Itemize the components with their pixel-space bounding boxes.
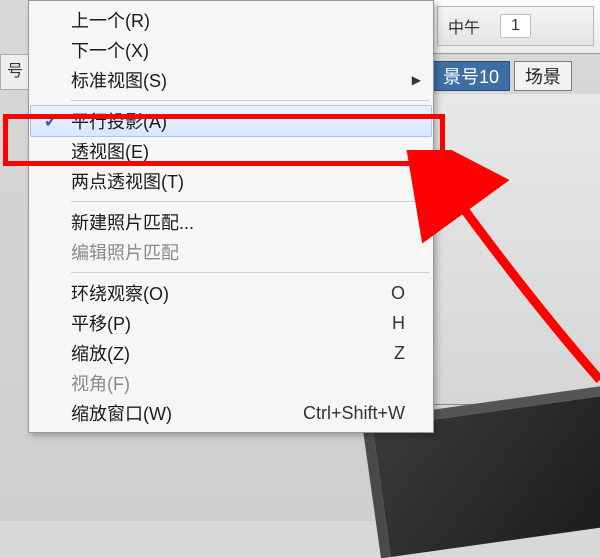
menu-item-next[interactable]: 下一个(X) (31, 35, 431, 65)
menu-label: 下一个(X) (71, 37, 423, 63)
scene-tabs-row: 景号10 场景 (430, 58, 600, 94)
menu-separator (71, 100, 429, 101)
left-fragment: 号 (0, 54, 30, 90)
menu-label: 环绕观察(O) (71, 280, 391, 306)
menu-label: 编辑照片匹配 (71, 239, 423, 265)
menu-item-parallel-projection[interactable]: ✓ 平行投影(A) (30, 105, 432, 137)
menu-item-orbit[interactable]: 环绕观察(O) O (31, 278, 431, 308)
menu-label: 透视图(E) (71, 138, 423, 164)
menu-label: 两点透视图(T) (71, 168, 423, 194)
time-value: 1 (500, 14, 531, 38)
menu-item-new-photo-match[interactable]: 新建照片匹配... (31, 207, 431, 237)
menu-label: 平移(P) (71, 310, 392, 336)
menu-item-perspective[interactable]: 透视图(E) (31, 136, 431, 166)
menu-item-fov: 视角(F) (31, 368, 431, 398)
top-toolbar-fragment: 中午 1 (430, 0, 600, 54)
menu-item-prev[interactable]: 上一个(R) (31, 5, 431, 35)
tab-scene-10[interactable]: 景号10 (432, 61, 510, 91)
menu-shortcut: H (392, 313, 423, 334)
submenu-arrow-icon: ▶ (412, 73, 421, 87)
menu-shortcut: Ctrl+Shift+W (303, 403, 423, 424)
model-viewport[interactable] (430, 94, 600, 521)
menu-item-two-point-perspective[interactable]: 两点透视图(T) (31, 166, 431, 196)
menu-separator (71, 272, 429, 273)
menu-item-zoom-window[interactable]: 缩放窗口(W) Ctrl+Shift+W (31, 398, 431, 428)
time-panel: 中午 1 (437, 6, 594, 46)
menu-label: 新建照片匹配... (71, 209, 423, 235)
menu-item-edit-photo-match: 编辑照片匹配 (31, 237, 431, 267)
menu-label: 平行投影(A) (71, 108, 423, 134)
menu-item-pan[interactable]: 平移(P) H (31, 308, 431, 338)
menu-label: 缩放(Z) (71, 340, 394, 366)
noon-label: 中午 (448, 14, 480, 38)
menu-label: 上一个(R) (71, 7, 423, 33)
app-background: 中午 1 景号10 场景 号 上一个(R) 下一个(X) 标准视图(S) ▶ ✓… (0, 0, 600, 521)
menu-shortcut: Z (394, 343, 423, 364)
menu-item-zoom[interactable]: 缩放(Z) Z (31, 338, 431, 368)
menu-separator (71, 201, 429, 202)
check-icon: ✓ (43, 111, 58, 132)
menu-shortcut: O (391, 283, 423, 304)
context-menu: 上一个(R) 下一个(X) 标准视图(S) ▶ ✓ 平行投影(A) 透视图(E)… (28, 0, 434, 433)
menu-label: 标准视图(S) (71, 67, 423, 93)
menu-label: 视角(F) (71, 370, 423, 396)
menu-label: 缩放窗口(W) (71, 400, 303, 426)
tab-scene-next[interactable]: 场景 (514, 61, 572, 91)
menu-item-standard-views[interactable]: 标准视图(S) ▶ (31, 65, 431, 95)
